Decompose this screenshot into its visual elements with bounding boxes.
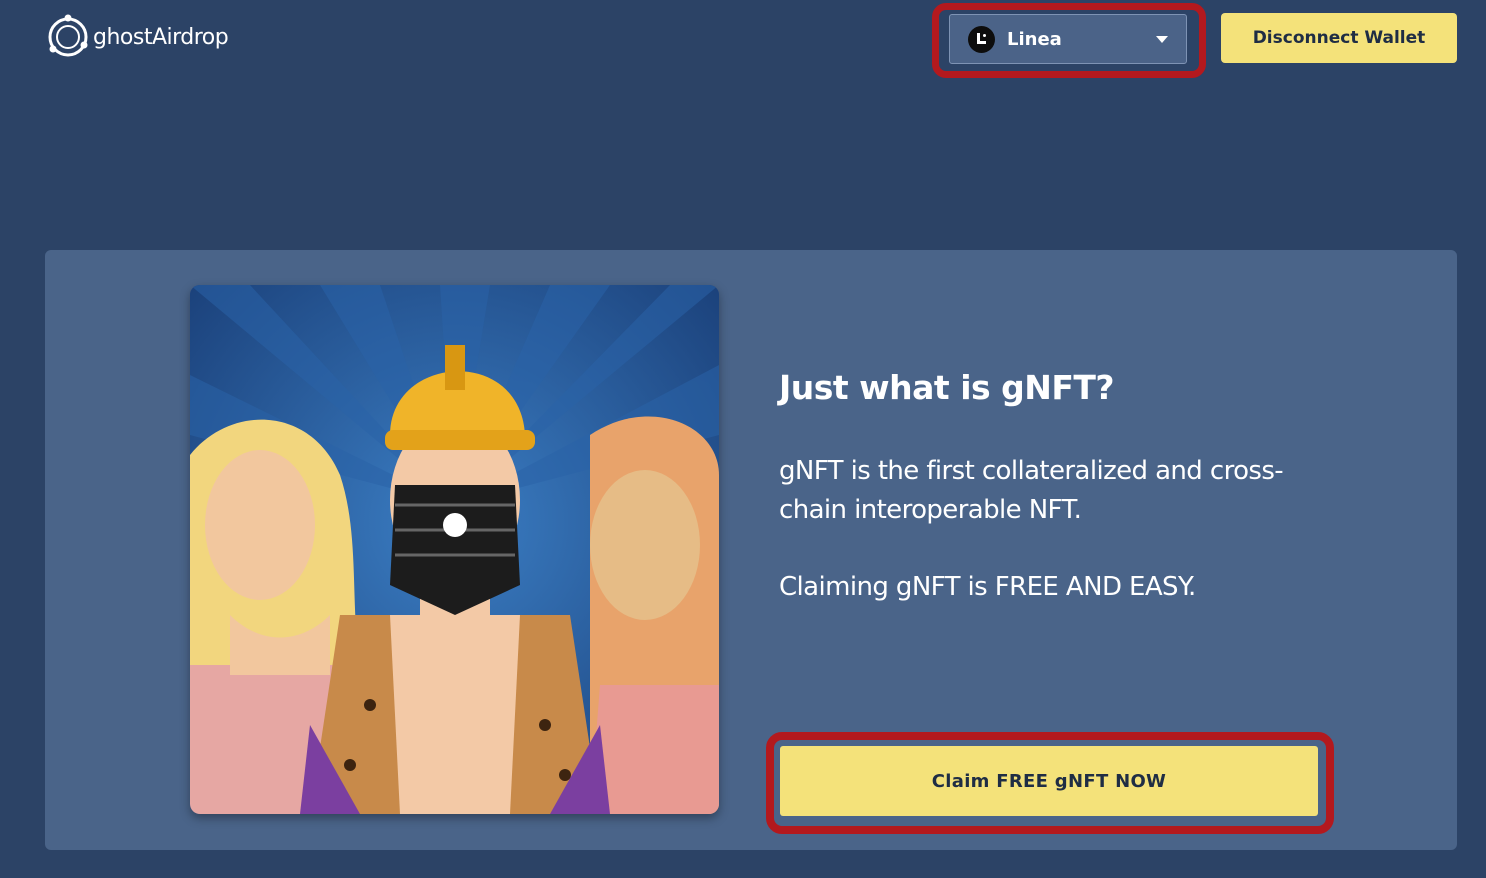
network-label: Linea [1007,28,1062,50]
claim-gnft-button[interactable]: Claim FREE gNFT NOW [780,746,1318,816]
subtext: Claiming gNFT is FREE AND EASY. [779,572,1196,602]
page: ghostAirdrop Linea Disconnect Wallet Jus… [0,0,1486,878]
logo[interactable]: ghostAirdrop [44,13,229,61]
headline: Just what is gNFT? [779,368,1115,407]
logo-text: ghostAirdrop [93,24,229,50]
gnft-artwork [190,285,719,814]
ghost-logo-icon [48,14,88,57]
gnft-artwork-illustration [190,285,719,814]
description: gNFT is the first collateralized and cro… [779,456,1284,525]
disconnect-wallet-button[interactable]: Disconnect Wallet [1221,13,1457,63]
network-dropdown[interactable]: Linea [949,14,1187,64]
chevron-down-icon [1156,36,1168,43]
linea-icon [968,25,995,53]
